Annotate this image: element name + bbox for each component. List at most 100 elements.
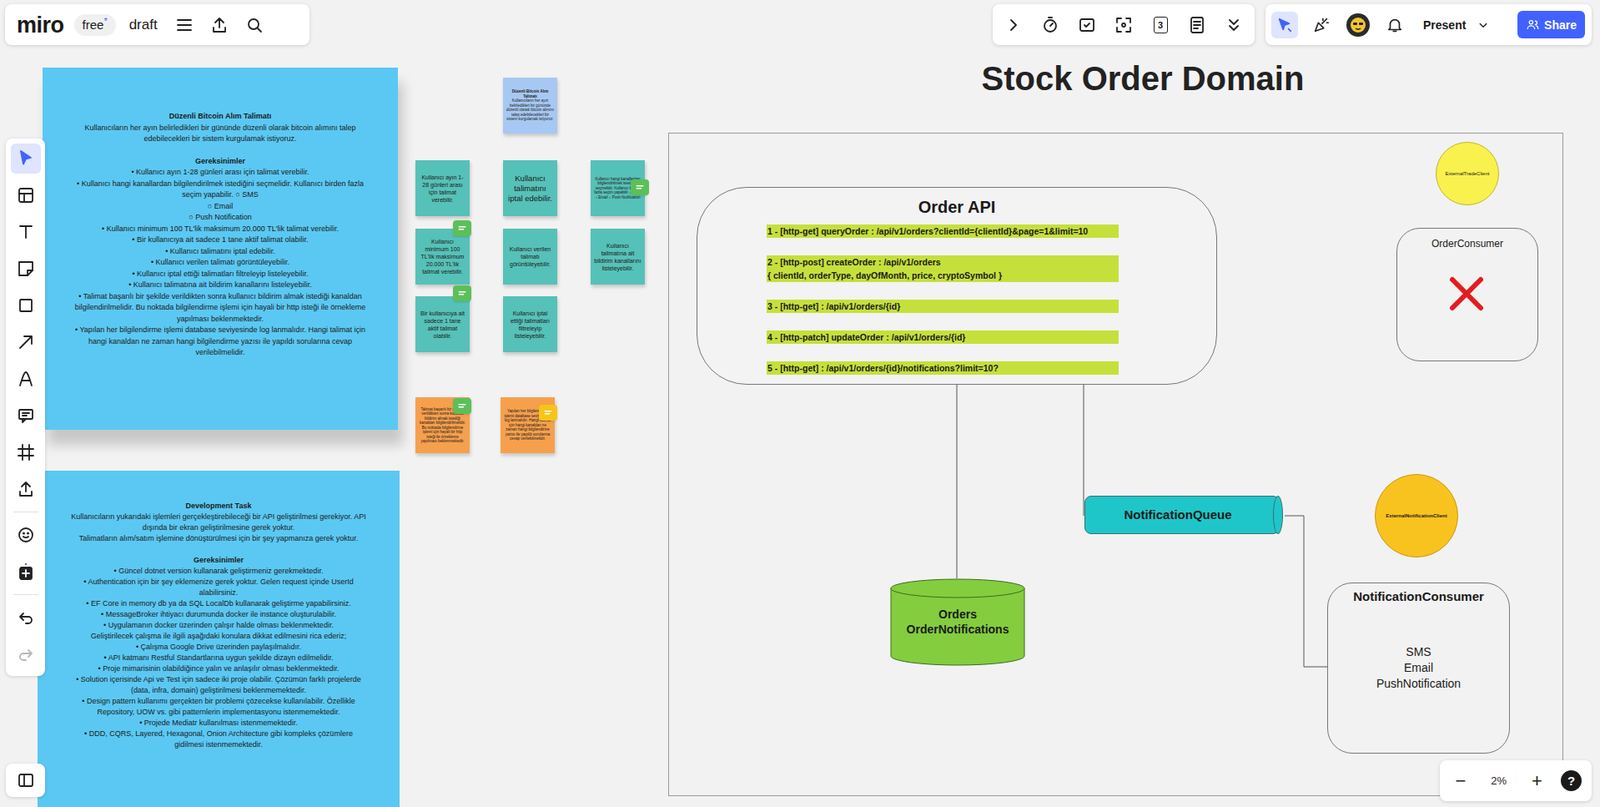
more-icon [15,561,36,582]
sticky-title: Düzenli Bitcoin Alım Talimatı [506,89,554,99]
text-tool[interactable] [10,216,41,247]
zoom-in-button[interactable]: + [1525,770,1548,791]
plan-badge[interactable]: free* [74,14,116,36]
sticky-line: • Talimat başarılı bir şekilde verildikt… [67,291,373,326]
sticky-line: • Uygulamanın docker üzerinden çalışır h… [70,619,367,631]
sticky-heading: Gereksinimler [67,155,373,168]
sticky-line: • Kullanıcı iptal ettiği talimatları fil… [67,268,373,281]
chevrons-down-icon[interactable] [1223,15,1244,36]
sticky-tool[interactable] [10,253,41,284]
party-button[interactable] [1308,11,1335,39]
comment-tool[interactable] [10,400,41,431]
board-name[interactable]: draft [125,15,162,35]
undo-tool[interactable] [10,602,41,633]
chevron-right-icon[interactable] [1003,15,1024,36]
redo-icon [15,644,36,665]
requirements-sticky[interactable]: Düzenli Bitcoin Alım TalimatıKullanıcıla… [42,67,398,430]
sticky-line: • MessageBroker ihtiyacı durumunda docke… [70,608,367,620]
menu-icon[interactable] [174,15,195,36]
more-tool[interactable] [10,556,41,587]
comment-icon [15,405,36,426]
text-icon [15,221,36,242]
sticky-note[interactable]: Bir kullanıcıya ait sadece 1 tane aktif … [415,296,470,353]
sticker-tool[interactable] [10,519,41,550]
notes-icon[interactable] [1187,15,1208,36]
comment-badge[interactable] [538,404,558,421]
panel-icon [15,769,36,790]
search-icon[interactable] [244,15,265,36]
comment-icon [454,398,470,414]
panel-button[interactable] [5,763,46,797]
zoom-level[interactable]: 2% [1484,773,1514,789]
comment-badge[interactable] [630,179,650,196]
toolbar-divider [13,511,39,513]
bell-button[interactable] [1381,11,1409,39]
sticky-line: Kullanıcıların her ayın belirledikleri b… [67,122,373,146]
database[interactable]: OrdersOrderNotifications [890,578,1026,666]
timer-icon[interactable] [1040,15,1061,36]
order-consumer[interactable]: OrderConsumer [1396,227,1539,362]
cursor-tool[interactable] [10,143,41,174]
endpoint-list: 1 - [http-get] queryOrder : /api/v1/orde… [766,224,1119,375]
upload-icon [15,478,36,499]
toolbar-divider [13,593,39,595]
notification-consumer[interactable]: NotificationConsumerSMSEmailPushNotifica… [1327,582,1510,754]
node-label: ExternalTradeClient [1445,170,1490,177]
pen-tool[interactable] [10,363,41,394]
select-button[interactable] [1271,11,1299,39]
miro-logo[interactable]: miro [16,12,65,38]
sticky-note[interactable]: Kullanıcı minimum 100 TL'lik maksimum 20… [415,228,470,285]
comment-badge[interactable] [452,397,472,414]
node-label: NotificationQueue [1123,506,1232,524]
sticky-text: Kullanıcı verilen talimatı görüntüleyebi… [506,245,554,268]
development-task-sticky[interactable]: Development TaskKullanıcıların yukarıdak… [37,470,400,807]
avatar-button[interactable] [1344,11,1372,39]
sticky-note[interactable]: Kullanıcı talimatını iptal edebilir. [503,160,558,217]
comment-badge[interactable] [452,285,472,302]
avatar-icon[interactable] [1346,13,1370,37]
layout-tool[interactable] [10,180,41,211]
node-label: ExternalNotificationClient [1385,512,1447,519]
external-notification-client[interactable]: ExternalNotificationClient [1374,473,1459,558]
chevron-down-icon[interactable] [1475,17,1491,33]
reactions-icon[interactable] [1076,15,1097,36]
zoom-out-button[interactable]: − [1449,770,1472,791]
help-button[interactable]: ? [1560,769,1582,791]
sticky-line: • DDD, CQRS, Layered, Hexagonal, Onion A… [70,728,367,750]
notification-queue[interactable]: NotificationQueue [1084,495,1280,534]
sticky-heading: Development Task [70,500,367,512]
sticky-line: • Yapılan her bilgilendirme işlemi datab… [67,324,373,359]
queue-cap [1272,495,1284,534]
upload-tool[interactable] [10,473,41,504]
present-button[interactable]: Present [1423,16,1466,34]
zoom-bar: −2% +? [1439,759,1592,801]
sticky-line: • API katmanı Restful Standartlarına uyg… [70,652,367,664]
sticky-note[interactable]: Kullanıcı ayın 1-28 günleri arası için t… [415,160,470,217]
sticky-note[interactable]: Kullanıcı iptal ettiği talimatları filtr… [503,296,558,353]
sticky-line: • Kullanıcı verilen talimatı görüntüleye… [67,256,373,269]
shape-tool[interactable] [10,290,41,321]
order-api-box[interactable]: Order API1 - [http-get] queryOrder : /ap… [696,186,1218,385]
queue-body: NotificationQueue [1084,495,1280,534]
frame-tool[interactable] [10,437,41,468]
sticky-note[interactable]: Düzenli Bitcoin Alım TalimatıKullanıcıla… [503,77,558,134]
sticky-note[interactable]: Kullanıcı verilen talimatı görüntüleyebi… [503,228,558,285]
sticky-note[interactable]: Kullanıcı talimatına ait bildirim kanall… [590,228,645,285]
board-canvas[interactable]: Stock Order Domain Düzenli Bitcoin Alım T… [0,0,1600,807]
upload-icon[interactable] [209,15,230,36]
select-icon [1275,15,1294,35]
sticky-line: • EF Core in memory db ya da SQL LocalDb… [70,598,367,609]
counter-button[interactable]: 3 [1148,13,1173,37]
pen-icon [15,368,36,389]
share-button[interactable]: Share [1517,10,1585,39]
sticky-line: • Kullanıcı talimatını iptal edebilir. [67,246,373,258]
external-trade-client[interactable]: ExternalTradeClient [1435,141,1500,206]
arrow-tool[interactable] [10,327,41,358]
plan-mark: * [103,16,107,26]
share-label: Share [1544,16,1577,34]
comment-icon [632,180,648,196]
comment-badge[interactable] [452,220,472,237]
endpoint: 1 - [http-get] queryOrder : /api/v1/orde… [766,224,1119,238]
focus-icon[interactable] [1113,15,1134,36]
board-title[interactable]: Stock Order Domain [900,58,1385,99]
